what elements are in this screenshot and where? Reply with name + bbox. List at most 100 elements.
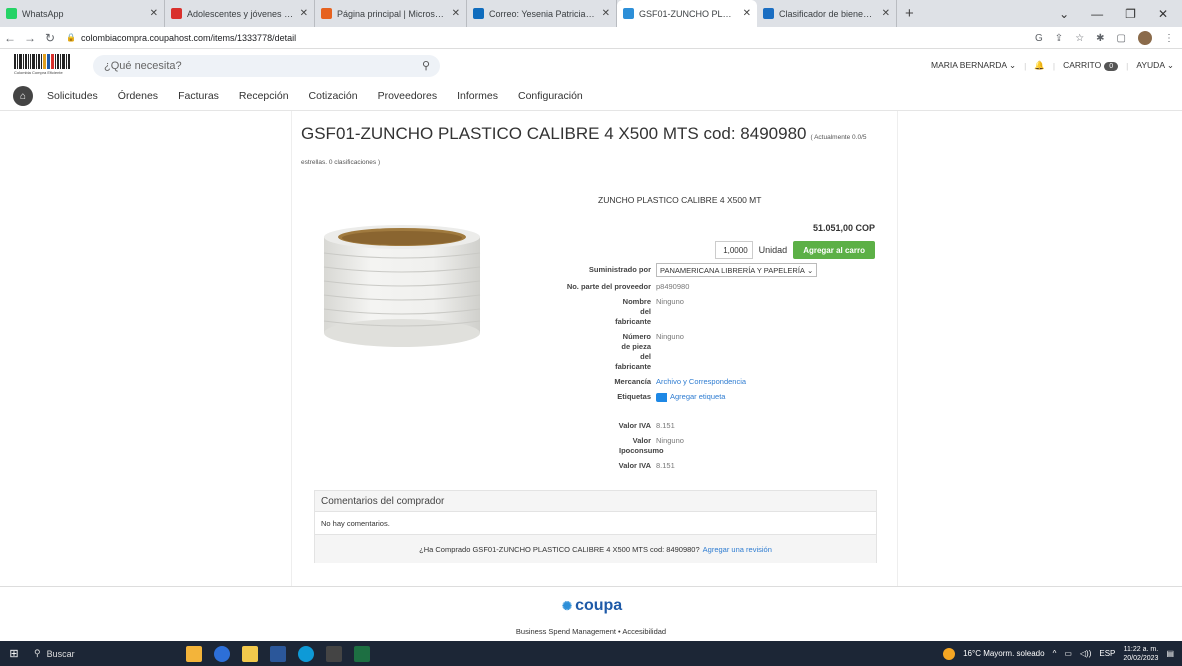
tab-close-icon[interactable]: ✕ — [743, 8, 751, 19]
widgets-icon[interactable] — [186, 645, 202, 662]
excel-icon[interactable] — [354, 645, 370, 662]
extensions-icon[interactable]: ✱ — [1096, 33, 1104, 44]
browser-tab[interactable]: WhatsApp ✕ — [0, 0, 165, 27]
main-menu: ⌂ Solicitudes Órdenes Facturas Recepción Cot… — [0, 82, 1182, 111]
address-bar: ← → ↻ 🔒 colombiacompra.coupahost.com/ite… — [0, 27, 1182, 49]
search-icon[interactable]: ⚲ — [422, 59, 430, 72]
taskbar-search[interactable]: ⚲ Buscar — [28, 648, 158, 659]
bookmark-star-icon[interactable]: ☆ — [1075, 33, 1084, 44]
notifications-icon[interactable]: ▤ — [1166, 649, 1174, 658]
rating-text-cont: estrellas. 0 clasificaciones ) — [301, 159, 381, 166]
help-menu[interactable]: AYUDA ⌄ — [1136, 60, 1174, 71]
restore-button[interactable]: ❐ — [1125, 7, 1136, 21]
browser-tab[interactable]: Adolescentes y jóvenes cada vez ✕ — [165, 0, 315, 27]
footer-links[interactable]: Business Spend Management • Accesibilida… — [0, 627, 1182, 636]
forward-icon[interactable]: → — [20, 31, 40, 45]
menu-item[interactable]: Solicitudes — [47, 90, 98, 102]
browser-tab[interactable]: Página principal | Microsoft 365 ✕ — [315, 0, 467, 27]
tab-favicon-icon — [763, 8, 774, 19]
part-no-value: p8490980 — [656, 282, 690, 291]
menu-item[interactable]: Cotización — [309, 90, 358, 102]
weather-icon — [943, 647, 956, 660]
tags-label: Etiquetas — [617, 392, 651, 401]
browser-menu-icon[interactable]: ⋮ — [1164, 33, 1174, 44]
url-field[interactable]: 🔒 colombiacompra.coupahost.com/items/133… — [66, 33, 296, 43]
review-question: ¿Ha Comprado GSF01-ZUNCHO PLASTICO CALIB… — [419, 544, 700, 554]
page-title: GSF01-ZUNCHO PLASTICO CALIBRE 4 X500 MTS… — [301, 124, 867, 143]
mfr-name-value: Ninguno — [656, 297, 684, 306]
cart-count-badge: 0 — [1104, 62, 1119, 71]
add-to-cart-row: 1,0000 Unidad Agregar al carro — [714, 241, 875, 259]
clock[interactable]: 11:22 a. m. 20/02/2023 — [1123, 645, 1158, 663]
profile-avatar[interactable] — [1138, 31, 1152, 45]
menu-item[interactable]: Recepción — [239, 90, 289, 102]
chrome-taskbar-icon[interactable] — [214, 645, 230, 662]
comments-heading: Comentarios del comprador — [315, 491, 876, 512]
search-placeholder: ¿Qué necesita? — [104, 60, 182, 72]
menu-item[interactable]: Proveedores — [378, 90, 438, 102]
tab-close-icon[interactable]: ✕ — [602, 8, 610, 19]
add-to-cart-button[interactable]: Agregar al carro — [793, 241, 875, 259]
share-icon[interactable]: ⇪ — [1055, 33, 1063, 44]
quantity-input[interactable]: 1,0000 — [714, 241, 753, 259]
browser-tab[interactable]: Correo: Yesenia Patricia Molina C ✕ — [467, 0, 617, 27]
network-icon[interactable]: ▭ — [1064, 649, 1072, 658]
logo-caption: Colombia Compra Eficiente — [14, 70, 63, 75]
browser-tab-bar: WhatsApp✕Adolescentes y jóvenes cada vez… — [0, 0, 1182, 27]
system-tray: 16°C Mayorm. soleado ^ ▭ ◁)) ESP 11:22 a… — [943, 641, 1174, 666]
browser-tab[interactable]: GSF01-ZUNCHO PLASTICO CALIB ✕ — [617, 0, 757, 27]
user-menu[interactable]: MARIA BERNARDA ⌄ — [931, 60, 1016, 71]
google-icon[interactable]: G — [1035, 33, 1043, 44]
iva-value: 8.151 — [656, 421, 675, 430]
tab-title: GSF01-ZUNCHO PLASTICO CALIB — [639, 8, 737, 19]
tray-chevron-icon[interactable]: ^ — [1053, 649, 1057, 658]
app-header: Colombia Compra Eficiente ¿Qué necesita?… — [0, 49, 1182, 82]
calculator-icon[interactable] — [326, 645, 342, 662]
close-window-button[interactable]: ✕ — [1158, 7, 1168, 21]
unit-label: Unidad — [758, 245, 788, 255]
browser-tab[interactable]: Clasificador de bienes y servicios ✕ — [757, 0, 897, 27]
add-tag-link[interactable]: Agregar etiqueta — [656, 392, 725, 402]
menu-item[interactable]: Órdenes — [118, 90, 158, 102]
new-tab-button[interactable]: + — [897, 0, 922, 27]
menu-item[interactable]: Configuración — [518, 90, 583, 102]
tab-search-icon[interactable]: ⌄ — [1059, 7, 1069, 21]
commodity-link[interactable]: Archivo y Correspondencia — [656, 377, 746, 387]
tab-favicon-icon — [171, 8, 182, 19]
window-controls: ⌄ — ❐ ✕ — [1059, 0, 1182, 27]
home-icon[interactable]: ⌂ — [13, 86, 33, 106]
lock-icon: 🔒 — [66, 33, 76, 42]
tab-close-icon[interactable]: ✕ — [452, 8, 460, 19]
tab-title: Clasificador de bienes y servicios — [779, 8, 876, 19]
file-explorer-icon[interactable] — [242, 645, 258, 662]
language-indicator[interactable]: ESP — [1099, 649, 1115, 658]
search-icon: ⚲ — [34, 648, 41, 658]
tab-title: Correo: Yesenia Patricia Molina C — [489, 8, 596, 19]
word-icon[interactable] — [270, 645, 286, 662]
add-review-link[interactable]: Agregar una revisión — [703, 545, 772, 554]
minimize-button[interactable]: — — [1091, 7, 1103, 21]
tab-close-icon[interactable]: ✕ — [300, 8, 308, 19]
volume-icon[interactable]: ◁)) — [1080, 649, 1091, 658]
supplier-select[interactable]: PANAMERICANA LIBRERÍA Y PAPELERÍA ⌄ — [656, 263, 818, 277]
menu-item[interactable]: Facturas — [178, 90, 219, 102]
supplier-label: Suministrado por — [588, 265, 651, 274]
reload-icon[interactable]: ↻ — [40, 31, 60, 45]
notifications-bell-icon[interactable]: 🔔 — [1034, 60, 1045, 71]
product-detail: GSF01-ZUNCHO PLASTICO CALIBRE 4 X500 MTS… — [291, 111, 898, 586]
side-panel-icon[interactable]: ▢ — [1117, 33, 1126, 44]
colombia-compra-logo[interactable]: Colombia Compra Eficiente — [14, 54, 84, 78]
cart-link[interactable]: CARRITO 0 — [1063, 60, 1119, 71]
coupa-mark-icon: ✺ — [562, 599, 573, 613]
windows-start-icon[interactable]: ⊞ — [0, 647, 28, 660]
edge-icon[interactable] — [298, 645, 314, 662]
weather-text[interactable]: 16°C Mayorm. soleado — [963, 649, 1044, 658]
tab-close-icon[interactable]: ✕ — [150, 8, 158, 19]
tab-favicon-icon — [6, 8, 17, 19]
back-icon[interactable]: ← — [0, 31, 20, 45]
menu-item[interactable]: Informes — [457, 90, 498, 102]
tab-close-icon[interactable]: ✕ — [882, 8, 890, 19]
tab-title: WhatsApp — [22, 8, 64, 19]
search-input[interactable]: ¿Qué necesita? ⚲ — [93, 55, 440, 77]
product-image — [323, 225, 481, 347]
